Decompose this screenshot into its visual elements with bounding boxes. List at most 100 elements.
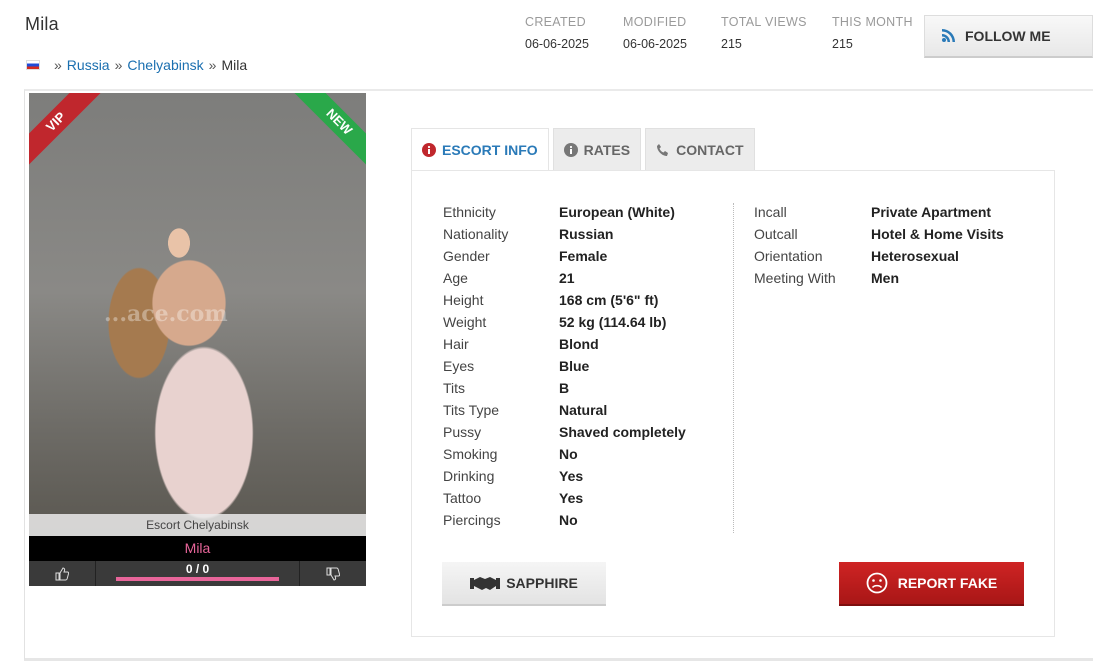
detail-label: Tattoo — [443, 490, 482, 506]
profile-name-bar: Mila — [29, 536, 366, 561]
sad-face-icon — [866, 572, 888, 594]
detail-value: Yes — [559, 468, 584, 484]
new-badge: NEW — [292, 93, 366, 169]
detail-row: Outcall Hotel & Home Visits — [754, 223, 1004, 245]
detail-label: Nationality — [443, 226, 509, 242]
detail-label: Incall — [754, 204, 787, 220]
breadcrumb-separator: » — [208, 57, 217, 73]
detail-label: Tits Type — [443, 402, 500, 418]
detail-row: Height 168 cm (5'6" ft) — [443, 289, 686, 311]
follow-me-button[interactable]: FOLLOW ME — [924, 15, 1093, 58]
profile-photo[interactable]: ...ace.com VIP NEW Escort Chelyabinsk — [29, 93, 366, 536]
detail-row: Pussy Shaved completely — [443, 421, 686, 443]
detail-row: Piercings No — [443, 509, 686, 531]
detail-label: Drinking — [443, 468, 495, 484]
thumbs-down-button[interactable] — [299, 561, 366, 586]
russia-flag-icon — [26, 60, 40, 70]
tab-label: RATES — [583, 142, 631, 158]
detail-value: European (White) — [559, 204, 675, 220]
stat-total-views: TOTAL VIEWS 215 — [721, 15, 807, 51]
photo-caption: Escort Chelyabinsk — [29, 514, 366, 536]
detail-row: Incall Private Apartment — [754, 201, 1004, 223]
details-left-column: Ethnicity European (White) Nationality Russ… — [443, 201, 686, 531]
detail-label: Eyes — [443, 358, 475, 374]
tab-rates[interactable]: RATES — [552, 128, 642, 171]
stat-modified: MODIFIED 06-06-2025 — [623, 15, 687, 51]
detail-row: Drinking Yes — [443, 465, 686, 487]
breadcrumb-country-link[interactable]: Russia — [67, 57, 110, 73]
vote-bar: 0 / 0 — [29, 561, 366, 586]
details-right-column: Incall Private Apartment Outcall Hotel & Ho… — [754, 201, 1004, 289]
breadcrumb-separator: » — [54, 57, 62, 73]
detail-label: Outcall — [754, 226, 798, 242]
detail-label: Weight — [443, 314, 487, 330]
vip-badge: VIP — [29, 93, 103, 169]
stat-value: 215 — [721, 37, 742, 51]
detail-label: Ethnicity — [443, 204, 496, 220]
detail-value: Blond — [559, 336, 599, 352]
detail-row: Meeting With Men — [754, 267, 1004, 289]
detail-label: Orientation — [754, 248, 823, 264]
detail-value: 52 kg (114.64 lb) — [559, 314, 667, 330]
sapphire-button[interactable]: SAPPHIRE — [442, 562, 606, 606]
stat-label: MODIFIED — [623, 15, 687, 29]
detail-row: Eyes Blue — [443, 355, 686, 377]
detail-value: Men — [871, 270, 899, 286]
detail-row: Nationality Russian — [443, 223, 686, 245]
info-circle-icon — [563, 143, 578, 157]
detail-label: Smoking — [443, 446, 498, 462]
rss-icon — [941, 27, 957, 46]
stat-label: TOTAL VIEWS — [721, 15, 807, 29]
detail-value: Natural — [559, 402, 608, 418]
report-fake-label: REPORT FAKE — [897, 575, 998, 591]
follow-me-label: FOLLOW ME — [965, 28, 1051, 44]
detail-row: Age 21 — [443, 267, 686, 289]
detail-value: Blue — [559, 358, 590, 374]
detail-value: No — [559, 446, 578, 462]
detail-row: Tits Type Natural — [443, 399, 686, 421]
report-fake-button[interactable]: REPORT FAKE — [839, 562, 1024, 606]
detail-value: Yes — [559, 490, 584, 506]
detail-row: Orientation Heterosexual — [754, 245, 1004, 267]
thumbs-up-icon — [55, 566, 69, 580]
detail-label: Hair — [443, 336, 469, 352]
detail-row: Gender Female — [443, 245, 686, 267]
detail-label: Gender — [443, 248, 490, 264]
detail-label: Piercings — [443, 512, 501, 528]
detail-row: Weight 52 kg (114.64 lb) — [443, 311, 686, 333]
detail-label: Tits — [443, 380, 466, 396]
detail-value: Female — [559, 248, 608, 264]
detail-value: No — [559, 512, 578, 528]
info-circle-icon — [422, 143, 436, 157]
photo-watermark: ...ace.com — [104, 301, 228, 327]
stat-value: 06-06-2025 — [525, 37, 589, 51]
detail-value: Hotel & Home Visits — [871, 226, 1004, 242]
detail-label: Meeting With — [754, 270, 836, 286]
detail-row: Ethnicity European (White) — [443, 201, 686, 223]
column-divider — [733, 203, 734, 533]
detail-row: Hair Blond — [443, 333, 686, 355]
thumbs-up-button[interactable] — [29, 561, 96, 586]
stat-value: 06-06-2025 — [623, 37, 687, 51]
tab-label: ESCORT INFO — [442, 142, 538, 158]
breadcrumb-current: Mila — [221, 57, 248, 73]
breadcrumb-separator: » — [114, 57, 123, 73]
sapphire-label: SAPPHIRE — [506, 575, 578, 591]
detail-value: 168 cm (5'6" ft) — [559, 292, 659, 308]
profile-tabs: ESCORT INFO RATES CONTACT — [411, 128, 759, 171]
handshake-icon — [470, 577, 501, 590]
detail-value: Shaved completely — [559, 424, 686, 440]
detail-label: Pussy — [443, 424, 482, 440]
detail-row: Tits B — [443, 377, 686, 399]
detail-value: 21 — [559, 270, 575, 286]
stat-value: 215 — [832, 37, 853, 51]
stat-label: CREATED — [525, 15, 586, 29]
tab-escort-info[interactable]: ESCORT INFO — [411, 128, 549, 171]
breadcrumb: » Russia » Chelyabinsk » Mila — [26, 57, 247, 73]
detail-label: Height — [443, 292, 484, 308]
tab-contact[interactable]: CONTACT — [645, 128, 755, 171]
breadcrumb-city-link[interactable]: Chelyabinsk — [127, 57, 203, 73]
tab-label: CONTACT — [676, 142, 744, 158]
vote-ratio-bar — [116, 577, 279, 581]
phone-icon — [656, 143, 670, 157]
